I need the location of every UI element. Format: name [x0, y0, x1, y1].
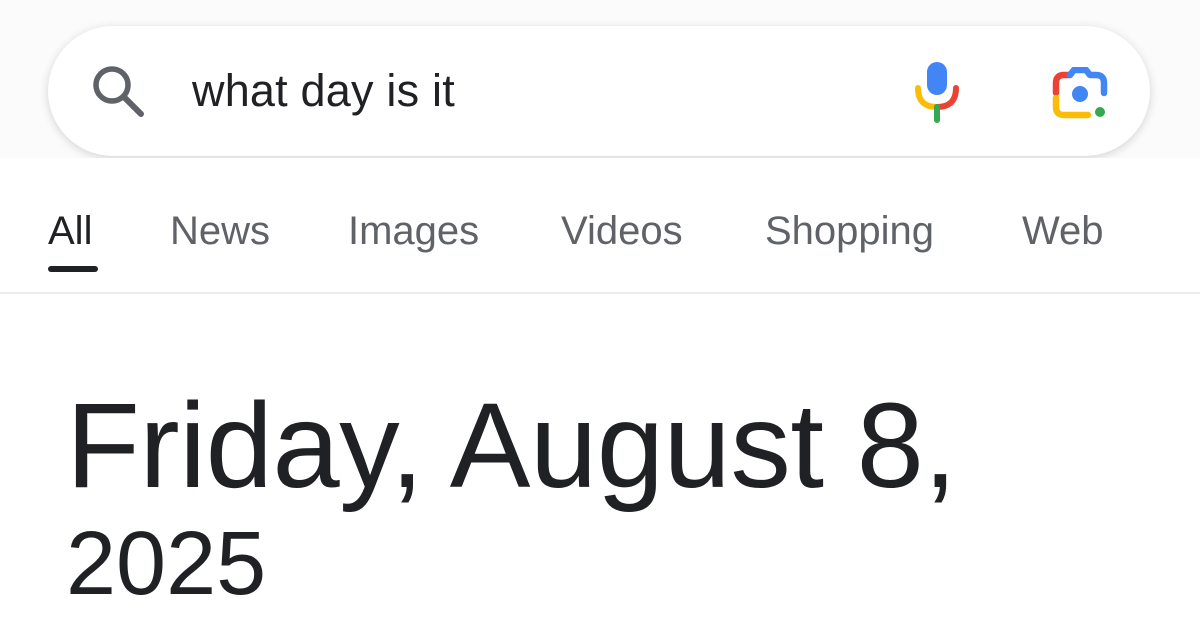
active-tab-indicator [48, 266, 98, 272]
search-input[interactable]: what day is it [192, 64, 455, 118]
tab-videos[interactable]: Videos [561, 208, 683, 254]
tab-images[interactable]: Images [348, 208, 479, 254]
tab-web[interactable]: Web [1022, 208, 1104, 254]
tab-all[interactable]: All [48, 208, 92, 254]
microphone-icon[interactable] [912, 58, 962, 124]
tab-shopping[interactable]: Shopping [765, 208, 934, 254]
search-tabs: All News Images Videos Shopping Web [0, 158, 1200, 294]
google-lens-icon[interactable] [1050, 67, 1112, 123]
date-answer-year: 2025 [66, 514, 267, 614]
tab-news[interactable]: News [170, 208, 270, 254]
date-answer: Friday, August 8, [66, 377, 957, 513]
search-icon[interactable] [90, 63, 148, 121]
